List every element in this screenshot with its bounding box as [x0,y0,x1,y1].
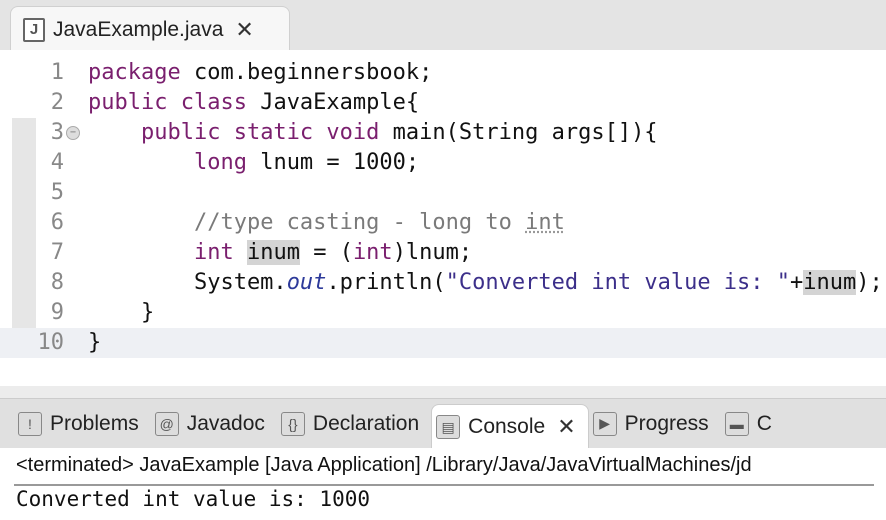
code-token: inum [246,240,300,265]
code-token: } [88,330,102,355]
declaration-icon: {} [280,411,305,436]
code-line[interactable]: 5 [0,178,886,208]
close-icon[interactable]: ✕ [557,414,575,440]
code-line[interactable]: 10} [0,328,886,358]
code-token: lnum = 1000; [246,150,420,175]
line-number: 9 [50,300,64,325]
code-token: public class [88,90,247,115]
code-line[interactable]: 2 public class JavaExample{ [0,88,886,118]
console-icon: ▤ [436,415,461,439]
console-process-label: <terminated> JavaExample [Java Applicati… [16,454,752,476]
code-text: //type casting - long to int [88,208,565,238]
tab-console[interactable]: ▤ Console ✕ [431,403,589,450]
code-line[interactable]: 3− public static void main(String args[]… [0,118,886,148]
code-text: } [88,328,101,358]
code-token: //type casting - long to [193,210,526,235]
editor-tab-javaexample[interactable]: J JavaExample.java ✕ [10,6,290,52]
code-text: } [88,298,154,328]
console-view[interactable]: <terminated> JavaExample [Java Applicati… [0,448,886,520]
console-output: Converted int value is: 1000 [16,487,371,511]
progress-icon: ▶ [592,411,617,436]
panel-tabbar: ! Problems @ Javadoc {} Declaration ▤ Console ✕ ▶… [0,398,886,450]
code-text: public static void main(String args[]){ [88,118,658,148]
code-token: System. [88,270,287,295]
at-icon: @ [154,411,179,436]
code-text: System.out.println("Converted int value … [88,268,883,298]
close-icon[interactable]: ✕ [235,17,253,43]
line-number: 5 [50,180,64,205]
tab-progress[interactable]: ▶ Progress [589,399,721,449]
code-token: int [352,240,393,265]
code-token: = ( [299,240,353,265]
editor-tab-label: JavaExample.java [53,17,224,41]
tab-c[interactable]: ▬ C [721,399,784,449]
tab-label: Declaration [312,411,420,435]
tab-label: Progress [624,411,709,435]
code-editor[interactable]: 1 package com.beginnersbook; 2 public class… [0,50,886,386]
code-text: long lnum = 1000; [88,148,419,178]
code-token: )lnum; [392,240,473,265]
code-token: JavaExample{ [246,90,420,115]
code-line[interactable]: 8 System.out.println("Converted int valu… [0,268,886,298]
code-token: int [193,240,234,265]
tab-label: C [756,411,772,435]
tab-label: Problems [50,411,139,435]
code-line[interactable]: 4 long lnum = 1000; [0,148,886,178]
code-text: public class JavaExample{ [88,88,419,118]
code-token: out [286,270,327,295]
tab-problems[interactable]: ! Problems [14,399,151,449]
problems-icon: ! [18,411,42,436]
line-number: 1 [50,60,64,85]
tab-label: Console [468,415,546,438]
tab-label: Javadoc [186,411,265,435]
line-number: 4 [50,150,64,175]
code-line[interactable]: 7 int inum = (int)lnum; [0,238,886,268]
editor-tabbar: J JavaExample.java ✕ [0,0,886,52]
code-text: package com.beginnersbook; [88,58,432,88]
code-token: com.beginnersbook; [180,60,433,85]
code-token: int [525,210,565,235]
line-number: 8 [50,270,64,295]
code-token: inum [803,270,857,295]
tab-declaration[interactable]: {} Declaration [277,399,431,449]
code-token: + [790,270,804,295]
code-line[interactable]: 9 } [0,298,886,328]
line-number: 2 [50,90,64,115]
line-number: 10 [37,330,65,355]
code-token: .println( [326,270,446,295]
line-number: 7 [50,240,64,265]
code-token: ); [856,270,883,295]
code-token: } [88,300,155,325]
line-number: 3 [50,120,64,145]
tab-javadoc[interactable]: @ Javadoc [151,399,277,449]
coverage-icon: ▬ [724,411,749,436]
code-token: main(String args[]){ [379,120,658,145]
code-text: int inum = (int)lnum; [88,238,472,268]
line-number: 6 [50,210,64,235]
java-file-icon: J [23,17,45,42]
code-token: public static void [140,120,380,145]
code-token: package [88,60,181,85]
code-line[interactable]: 6 //type casting - long to int [0,208,886,238]
fold-collapse-icon[interactable]: − [66,126,80,140]
code-token: "Converted int value is: " [445,270,791,295]
code-token: long [193,150,247,175]
code-line[interactable]: 1 package com.beginnersbook; [0,58,886,88]
